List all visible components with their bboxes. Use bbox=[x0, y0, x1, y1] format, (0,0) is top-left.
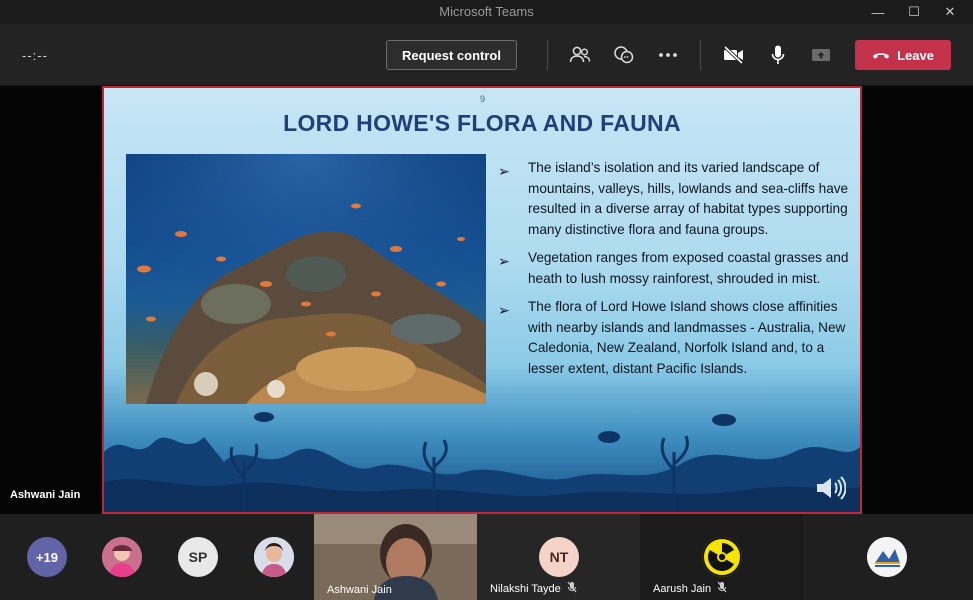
avatar: NT bbox=[539, 537, 579, 577]
mic-off-icon bbox=[567, 581, 577, 596]
meeting-toolbar: --:-- Request control Leave bbox=[0, 24, 973, 86]
leave-button[interactable]: Leave bbox=[855, 40, 951, 70]
avatar[interactable] bbox=[102, 537, 142, 577]
radiation-avatar-icon bbox=[702, 537, 742, 577]
bullet-item: ➢ The flora of Lord Howe Island shows cl… bbox=[492, 297, 860, 379]
mic-off-icon bbox=[717, 581, 727, 596]
speaker-icon[interactable] bbox=[814, 474, 847, 502]
minimize-icon[interactable]: — bbox=[866, 2, 890, 22]
bullet-list: ➢ The island’s isolation and its varied … bbox=[492, 158, 860, 387]
bullet-item: ➢ The island’s isolation and its varied … bbox=[492, 158, 860, 240]
arrow-bullet-icon: ➢ bbox=[498, 302, 510, 318]
presentation-slide: 9 LORD HOWE'S FLORA AND FAUNA ➢ The isla… bbox=[102, 86, 862, 514]
participant-name: Aarush Jain bbox=[653, 582, 712, 595]
overflow-participants-badge[interactable]: +19 bbox=[27, 537, 67, 577]
toolbar-divider bbox=[547, 40, 548, 70]
presenter-name: Ashwani Jain bbox=[10, 489, 81, 501]
shared-content-stage: 9 LORD HOWE'S FLORA AND FAUNA ➢ The isla… bbox=[0, 86, 973, 514]
close-icon[interactable]: ✕ bbox=[938, 2, 962, 22]
toolbar-divider bbox=[700, 40, 701, 70]
bullet-text: The island’s isolation and its varied la… bbox=[528, 160, 849, 237]
more-icon[interactable] bbox=[655, 42, 681, 68]
phone-hangup-icon bbox=[872, 48, 890, 63]
slide-title: LORD HOWE'S FLORA AND FAUNA bbox=[283, 110, 681, 136]
participant-name-row: Aarush Jain bbox=[653, 581, 727, 596]
participant-video-tile[interactable]: Ashwani Jain bbox=[314, 514, 477, 600]
avatar[interactable] bbox=[254, 537, 294, 577]
participant-tile[interactable]: NT Nilakshi Tayde bbox=[477, 514, 640, 600]
people-icon[interactable] bbox=[567, 42, 593, 68]
avatar[interactable]: SP bbox=[178, 537, 218, 577]
meeting-timer: --:-- bbox=[22, 48, 48, 63]
bullet-item: ➢ Vegetation ranges from exposed coastal… bbox=[492, 248, 860, 289]
participant-name: Nilakshi Tayde bbox=[490, 582, 561, 595]
bullet-text: Vegetation ranges from exposed coastal g… bbox=[528, 250, 849, 286]
participant-name-row: Nilakshi Tayde bbox=[490, 581, 577, 596]
bullet-text: The flora of Lord Howe Island shows clos… bbox=[528, 299, 846, 376]
slide-number: 9 bbox=[480, 94, 486, 104]
maximize-icon[interactable]: ☐ bbox=[902, 2, 926, 22]
organization-logo-avatar[interactable] bbox=[867, 537, 907, 577]
participant-strip: +19 SP Ashwani Jain NT Nilakshi Tayde Aa… bbox=[0, 514, 973, 600]
share-tray-icon[interactable] bbox=[808, 42, 834, 68]
leave-label: Leave bbox=[897, 47, 934, 63]
camera-off-icon[interactable] bbox=[721, 42, 747, 68]
chat-icon[interactable] bbox=[611, 42, 637, 68]
participant-tile[interactable]: Aarush Jain bbox=[640, 514, 803, 600]
window-title: Microsoft Teams bbox=[439, 4, 534, 19]
arrow-bullet-icon: ➢ bbox=[498, 253, 510, 269]
title-bar: Microsoft Teams — ☐ ✕ bbox=[0, 0, 973, 24]
request-control-button[interactable]: Request control bbox=[386, 40, 517, 70]
mic-icon[interactable] bbox=[765, 42, 791, 68]
coral-reef-image bbox=[126, 154, 486, 404]
seafloor-decoration bbox=[104, 412, 860, 512]
participant-name: Ashwani Jain bbox=[327, 584, 392, 596]
arrow-bullet-icon: ➢ bbox=[498, 163, 510, 179]
